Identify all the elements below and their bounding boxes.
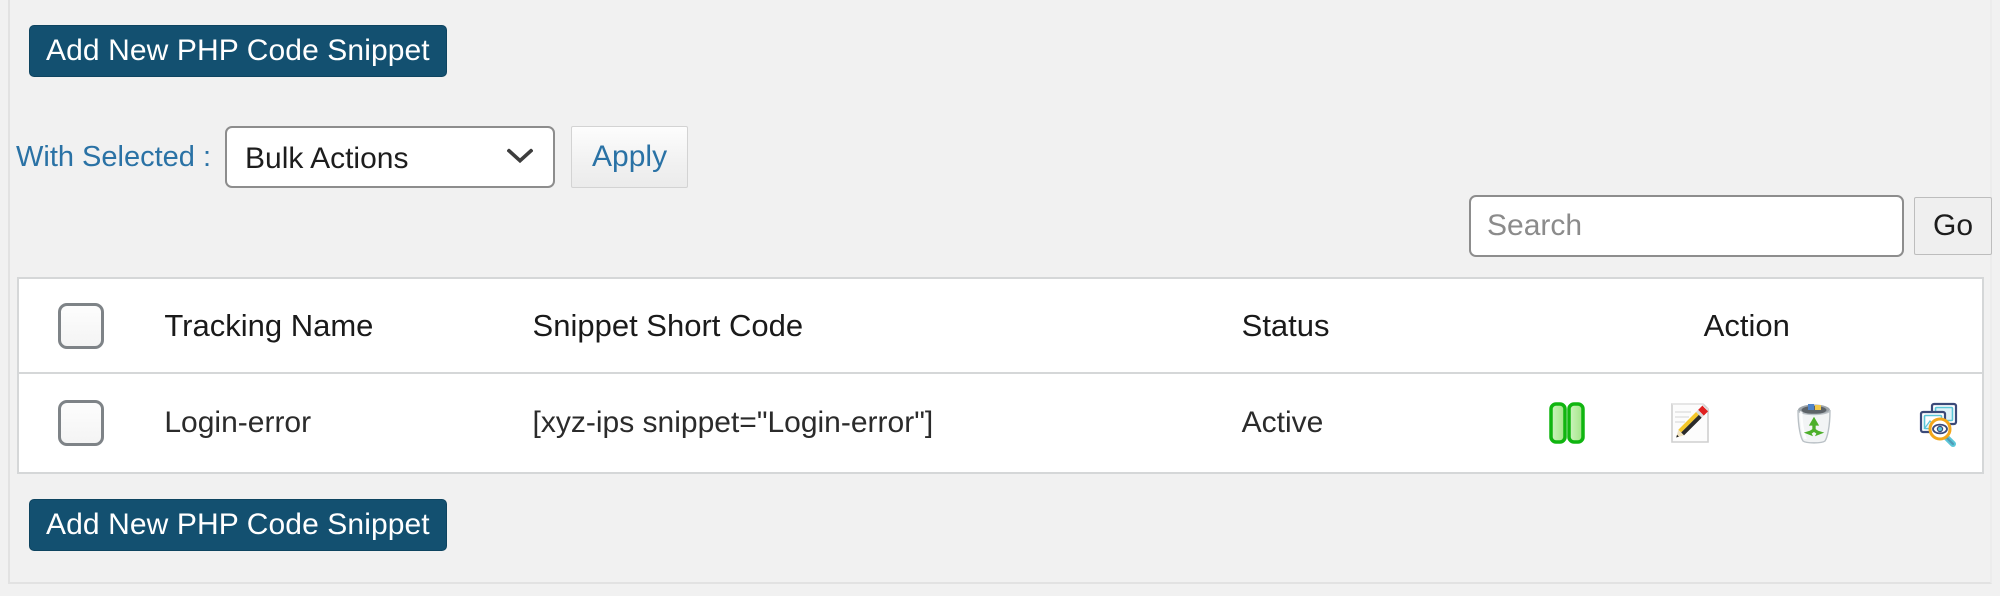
select-all-checkbox[interactable] (57, 302, 104, 349)
cell-tracking-name: Login-error (142, 372, 529, 473)
bulk-actions-select-wrap: Bulk Actions (225, 126, 556, 188)
snippets-table: Tracking Name Snippet Short Code Status … (17, 277, 1984, 474)
cell-actions (1511, 372, 1983, 473)
cell-status: Active (1215, 372, 1512, 473)
column-header-tracking-name: Tracking Name (164, 307, 374, 343)
search-input[interactable] (1469, 195, 1904, 257)
table-row: Login-error [xyz-ips snippet="Login-erro… (18, 372, 1983, 473)
search-row: Go (1469, 195, 1992, 257)
cell-snippet-short-code: [xyz-ips snippet="Login-error"] (528, 372, 1216, 473)
trash-icon[interactable] (1789, 398, 1839, 448)
search-go-button[interactable]: Go (1914, 197, 1992, 255)
column-header-action: Action (1703, 307, 1790, 343)
pause-icon[interactable] (1542, 398, 1592, 448)
bulk-actions-row: With Selected : Bulk Actions Apply (16, 124, 689, 190)
add-new-php-code-snippet-button-top[interactable]: Add New PHP Code Snippet (29, 25, 447, 77)
add-new-php-code-snippet-button-bottom[interactable]: Add New PHP Code Snippet (29, 499, 447, 551)
column-header-snippet-short-code: Snippet Short Code (532, 307, 804, 343)
table-header-row: Tracking Name Snippet Short Code Status … (18, 278, 1983, 373)
bulk-actions-select[interactable]: Bulk Actions (225, 126, 556, 188)
column-header-status: Status (1241, 307, 1330, 343)
apply-button[interactable]: Apply (571, 126, 689, 188)
row-checkbox[interactable] (57, 400, 104, 446)
row-select-cell (18, 372, 143, 473)
snippets-page: Add New PHP Code Snippet With Selected :… (0, 0, 2000, 596)
action-icon-group (1512, 398, 1982, 448)
preview-icon[interactable] (1912, 398, 1964, 448)
edit-icon[interactable] (1665, 398, 1715, 448)
with-selected-label: With Selected : (16, 140, 212, 173)
select-all-cell (18, 278, 142, 373)
